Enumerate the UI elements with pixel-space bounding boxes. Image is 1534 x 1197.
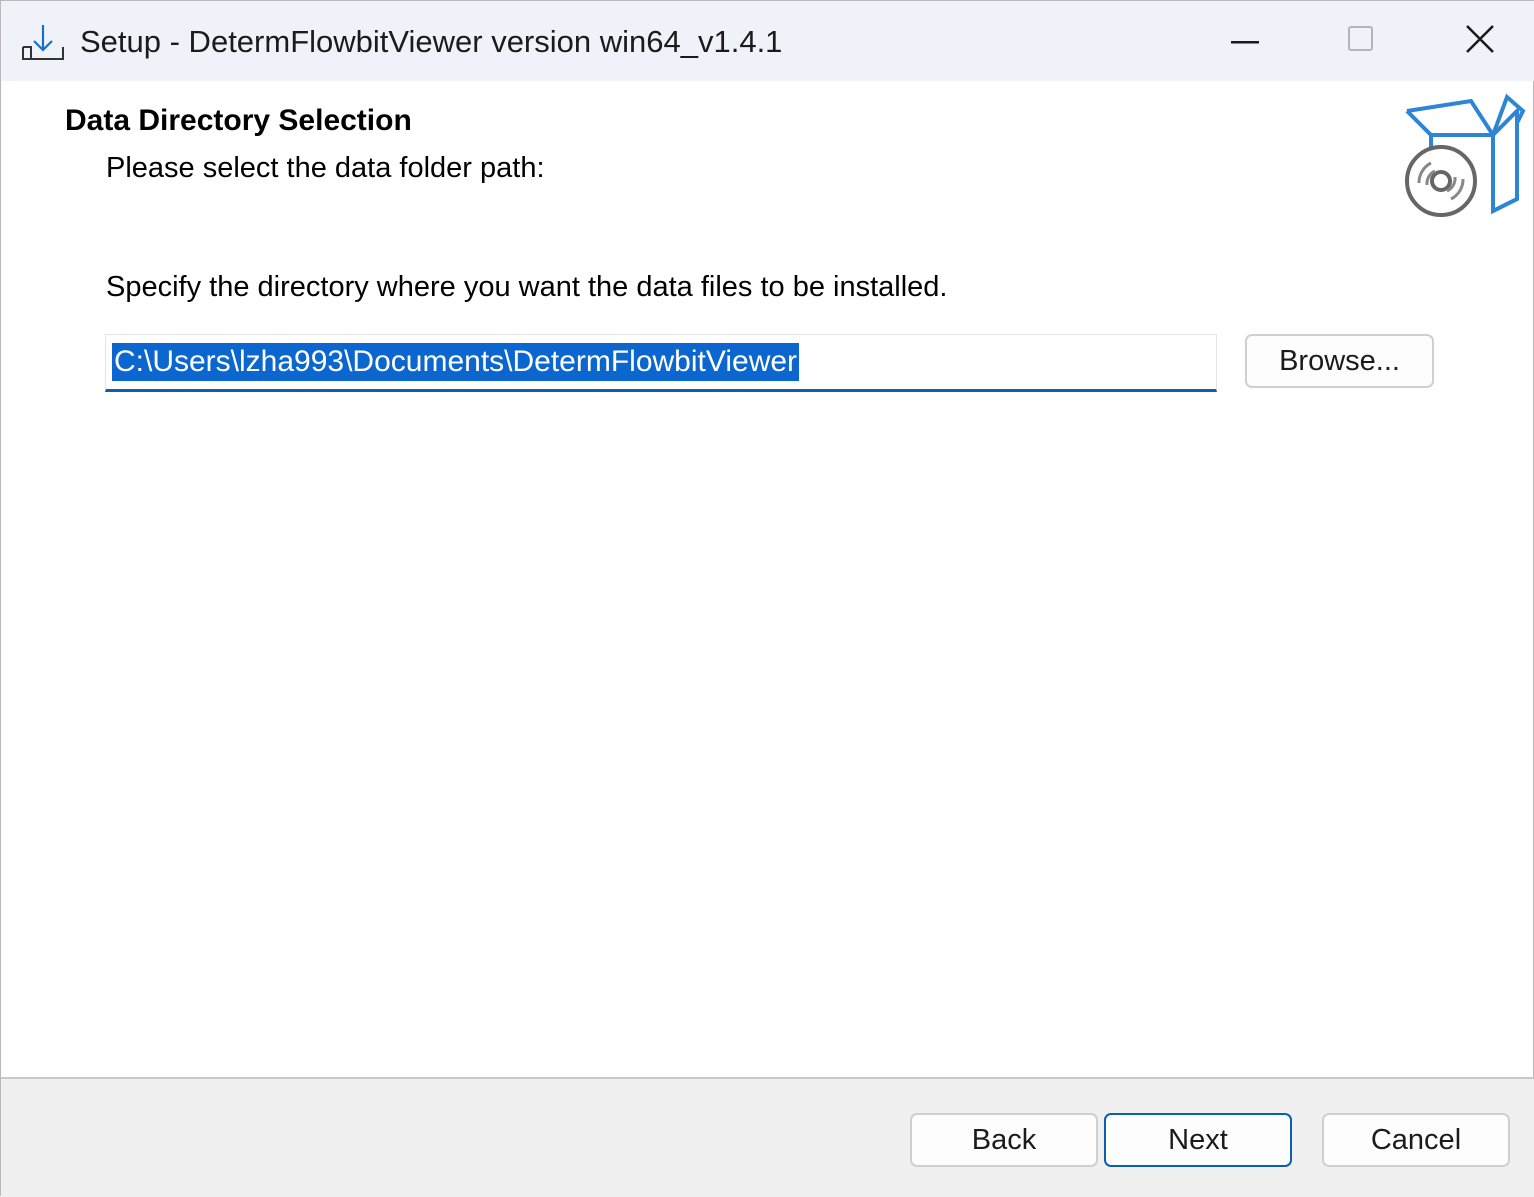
data-directory-input[interactable]: C:\Users\lzha993\Documents\DetermFlowbit… [105, 334, 1217, 392]
page-heading: Data Directory Selection [65, 104, 412, 137]
minimize-icon [1231, 32, 1261, 50]
setup-box-disc-icon [1397, 93, 1527, 219]
close-icon [1465, 24, 1495, 59]
window-title: Setup - DetermFlowbitViewer version win6… [80, 24, 783, 59]
title-bar[interactable]: Setup - DetermFlowbitViewer version win6… [1, 1, 1534, 81]
maximize-button[interactable] [1306, 1, 1416, 81]
cancel-button[interactable]: Cancel [1322, 1113, 1510, 1167]
browse-button[interactable]: Browse... [1245, 334, 1434, 388]
instruction-text: Specify the directory where you want the… [106, 271, 948, 303]
button-bar [1, 1077, 1534, 1197]
close-button[interactable] [1425, 1, 1534, 81]
minimize-button[interactable] [1191, 1, 1301, 81]
back-button[interactable]: Back [910, 1113, 1098, 1167]
setup-download-icon [21, 23, 65, 63]
setup-window: Setup - DetermFlowbitViewer version win6… [0, 0, 1534, 1197]
maximize-icon [1348, 25, 1374, 57]
data-directory-value[interactable]: C:\Users\lzha993\Documents\DetermFlowbit… [112, 343, 800, 381]
next-button[interactable]: Next [1104, 1113, 1292, 1167]
page-subheading: Please select the data folder path: [106, 152, 545, 184]
